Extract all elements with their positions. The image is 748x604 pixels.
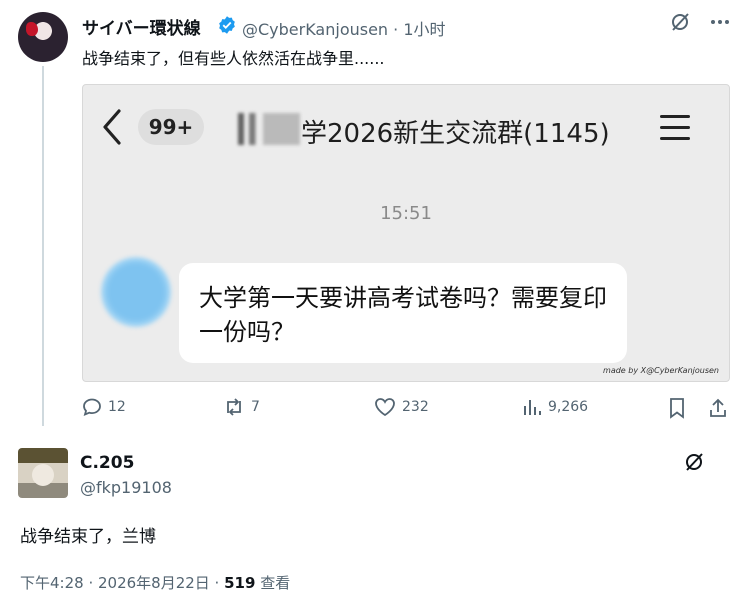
retweet-button[interactable]: 7	[223, 397, 260, 417]
grok-icon[interactable]	[684, 452, 704, 472]
chat-message-bubble: 大学第一天要讲高考试卷吗？需要复印一份吗？	[179, 263, 627, 363]
bookmark-button[interactable]	[668, 397, 686, 419]
menu-icon	[660, 115, 690, 141]
reply-timestamp[interactable]: 下午4:28 · 2026年8月22日 ·	[20, 574, 224, 592]
reply-view-label: 查看	[255, 574, 291, 592]
tweet-time[interactable]: · 1小时	[393, 20, 445, 39]
tweet-top-actions	[670, 12, 730, 32]
views-chart-icon	[524, 400, 541, 415]
bookmark-icon	[670, 398, 684, 419]
author-avatar[interactable]	[18, 12, 68, 62]
thread-connector-line	[42, 66, 44, 426]
unread-count-badge: 99+	[138, 109, 204, 145]
share-button[interactable]	[708, 397, 728, 419]
retweet-count: 7	[251, 399, 260, 415]
tweet-media-image[interactable]: 99+ 学2026新生交流群(1145) 15:51 大学第一天要讲高考试卷吗？…	[82, 84, 730, 382]
reply-icon	[83, 398, 101, 417]
share-icon	[710, 398, 726, 417]
view-count: 9,266	[548, 399, 589, 415]
chat-timestamp: 15:51	[380, 203, 432, 224]
blurred-sender-avatar	[101, 257, 171, 327]
pixelated-redaction	[238, 113, 300, 145]
reply-author-avatar[interactable]	[18, 448, 68, 498]
retweet-icon	[227, 398, 241, 416]
like-count: 232	[402, 399, 429, 415]
grok-icon[interactable]	[670, 12, 690, 32]
heart-icon	[375, 398, 395, 417]
watermark-signature: made by X@CyberKanjousen	[603, 366, 719, 375]
group-chat-title: 学2026新生交流群(1145)	[301, 119, 610, 149]
author-handle-time[interactable]: @CyberKanjousen · 1小时	[242, 16, 446, 40]
tweet-text: 战争结束了，但有些人依然活在战争里......	[82, 49, 385, 68]
chevron-left-icon	[103, 109, 121, 145]
reply-count: 12	[108, 399, 126, 415]
chat-message-text: 大学第一天要讲高考试卷吗？需要复印一份吗？	[199, 284, 607, 346]
more-options-icon[interactable]	[710, 19, 730, 25]
reply-view-count: 519	[224, 574, 256, 592]
author-display-name[interactable]: サイバー環状線	[82, 14, 201, 39]
reply-meta: 下午4:28 · 2026年8月22日 · 519 查看	[20, 572, 290, 593]
reply-button[interactable]: 12	[82, 397, 126, 417]
verified-badge-icon	[219, 16, 235, 34]
tweet-action-bar: 12 7 232 9,266	[82, 397, 728, 421]
like-button[interactable]: 232	[374, 397, 429, 417]
views-button[interactable]: 9,266	[522, 397, 588, 417]
reply-author-handle[interactable]: @fkp19108	[80, 478, 172, 497]
reply-text: 战争结束了，兰博	[20, 527, 156, 547]
author-handle[interactable]: @CyberKanjousen	[242, 20, 388, 39]
reply-author-display-name[interactable]: C.205	[80, 453, 134, 473]
